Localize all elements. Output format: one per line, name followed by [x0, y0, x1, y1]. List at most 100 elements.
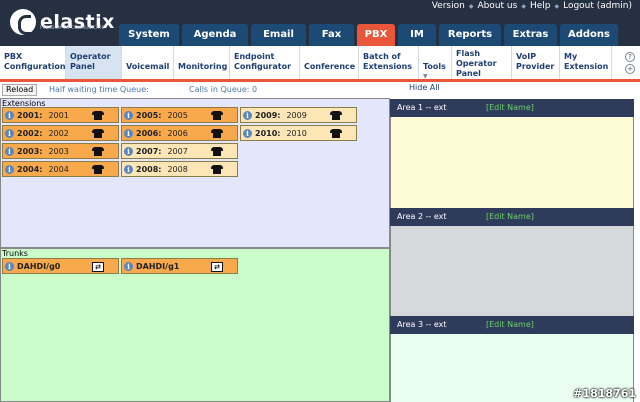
info-icon[interactable]: i — [5, 146, 14, 156]
extension-card-2010[interactable]: i 2010: 2010 — [240, 125, 357, 141]
extension-name: 2001 — [48, 110, 69, 120]
extension-number: 2001: — [17, 110, 43, 120]
extension-name: 2004 — [48, 164, 69, 174]
extension-number: 2003: — [17, 146, 43, 156]
extension-card-2003[interactable]: i 2003: 2003 — [2, 143, 119, 159]
extension-card-2009[interactable]: i 2009: 2009 — [240, 107, 357, 123]
area-2-header: Area 2 -- ext [Edit Name] — [390, 208, 634, 226]
submenu-endpoint-configurator[interactable]: Endpoint Configurator — [230, 46, 300, 79]
logout-link[interactable]: Logout (admin) — [563, 1, 632, 11]
extension-number: 2010: — [255, 128, 281, 138]
tab-system[interactable]: System — [119, 24, 179, 46]
about-link[interactable]: About us — [477, 1, 517, 11]
info-icon[interactable]: i — [5, 261, 14, 271]
edit-name-link[interactable]: [Edit Name] — [486, 212, 534, 221]
submenu-label: Configurator — [234, 62, 292, 71]
submenu-voip-provider[interactable]: VoIP Provider — [512, 46, 560, 79]
tab-fax[interactable]: Fax — [309, 24, 354, 46]
extension-card-2006[interactable]: i 2006: 2006 — [121, 125, 238, 141]
extension-name: 2003 — [48, 146, 69, 156]
phone-icon — [92, 111, 104, 120]
separator-icon: ◆ — [554, 2, 560, 10]
hide-all-link[interactable]: Hide All — [409, 83, 440, 92]
trunk-name: DAHDI/g0 — [17, 261, 61, 271]
trunk-icon: ⇄ — [211, 262, 223, 272]
brand-tagline: FREEDOM TO COMMUNICATE — [40, 25, 105, 30]
submenu-operator-panel[interactable]: Operator Panel — [66, 46, 122, 79]
edit-name-link[interactable]: [Edit Name] — [486, 103, 534, 112]
submenu-label: Configuration — [4, 62, 66, 71]
tab-agenda[interactable]: Agenda — [182, 24, 248, 46]
tab-addons[interactable]: Addons — [560, 24, 618, 46]
phone-icon — [92, 147, 104, 156]
extension-card-2005[interactable]: i 2005: 2005 — [121, 107, 238, 123]
extension-card-2008[interactable]: i 2008: 2008 — [121, 161, 238, 177]
tab-im[interactable]: IM — [398, 24, 436, 46]
main-tabs: System Agenda Email Fax PBX IM Reports E… — [119, 24, 618, 46]
phone-icon — [211, 129, 223, 138]
trunk-card-dahdi-g1[interactable]: i DAHDI/g1 ⇄ — [121, 258, 238, 274]
area-1-body — [390, 117, 634, 209]
extension-number: 2004: — [17, 164, 43, 174]
extension-number: 2006: — [136, 128, 162, 138]
info-icon[interactable]: i — [124, 110, 133, 120]
submenu-label: Batch of — [363, 52, 401, 61]
edit-name-link[interactable]: [Edit Name] — [486, 320, 534, 329]
info-icon[interactable]: i — [124, 164, 133, 174]
extension-card-2007[interactable]: i 2007: 2007 — [121, 143, 238, 159]
submenu-flash-operator-panel[interactable]: Flash Operator Panel — [452, 46, 512, 79]
separator-icon: ◆ — [521, 2, 526, 10]
tab-extras[interactable]: Extras — [504, 24, 557, 46]
submenu-tools[interactable]: Tools ▼ — [419, 46, 452, 80]
separator-icon: ◆ — [468, 2, 474, 10]
tab-pbx[interactable]: PBX — [357, 24, 395, 46]
area-1-header: Area 1 -- ext [Edit Name] — [390, 99, 634, 117]
info-icon[interactable]: i — [243, 110, 252, 120]
half-waiting-time: Half waiting time Queue: — [49, 85, 149, 94]
help-icon[interactable]: ? — [625, 52, 635, 62]
extension-number: 2002: — [17, 128, 43, 138]
submenu-pbx-configuration[interactable]: PBX Configuration — [0, 46, 66, 79]
info-icon[interactable]: i — [5, 164, 14, 174]
submenu-label: Panel — [70, 62, 95, 71]
extension-name: 2009 — [286, 110, 307, 120]
tab-reports[interactable]: Reports — [439, 24, 501, 46]
extension-number: 2009: — [255, 110, 281, 120]
phone-icon — [92, 165, 104, 174]
help-link[interactable]: Help — [530, 1, 551, 11]
submenu-label: My — [564, 52, 578, 61]
reload-button[interactable]: Reload — [2, 84, 38, 96]
info-icon[interactable]: i — [5, 128, 14, 138]
extension-card-2001[interactable]: i 2001: 2001 — [2, 107, 119, 123]
submenu-voicemail[interactable]: Voicemail — [122, 46, 174, 79]
submenu-label: Flash — [456, 49, 481, 58]
info-icon[interactable]: i — [5, 110, 14, 120]
top-header: elastix FREEDOM TO COMMUNICATE Version ◆… — [0, 0, 640, 46]
area-title: Area 1 -- ext — [397, 103, 447, 112]
extension-number: 2007: — [136, 146, 162, 156]
elastix-logo[interactable]: elastix — [10, 6, 115, 38]
version-link[interactable]: Version — [432, 1, 465, 11]
submenu-label: VoIP — [516, 52, 537, 61]
extension-number: 2005: — [136, 110, 162, 120]
extension-name: 2005 — [167, 110, 188, 120]
info-icon[interactable]: i — [124, 128, 133, 138]
phone-icon — [211, 165, 223, 174]
info-icon[interactable]: i — [124, 261, 133, 271]
extension-card-2002[interactable]: i 2002: 2002 — [2, 125, 119, 141]
tab-email[interactable]: Email — [251, 24, 306, 46]
phone-icon — [330, 129, 342, 138]
info-icon[interactable]: i — [243, 128, 252, 138]
extension-card-2004[interactable]: i 2004: 2004 — [2, 161, 119, 177]
calls-in-queue: Calls in Queue: 0 — [189, 85, 258, 94]
trunk-card-dahdi-g0[interactable]: i DAHDI/g0 ⇄ — [2, 258, 119, 274]
submenu-my-extension[interactable]: My Extension — [560, 46, 612, 79]
area-2-body — [390, 226, 634, 318]
submenu-batch-of-extensions[interactable]: Batch of Extensions — [359, 46, 419, 79]
logo-icon — [10, 9, 36, 35]
submenu-conference[interactable]: Conference — [300, 46, 359, 79]
phone-icon — [92, 129, 104, 138]
expand-icon[interactable]: + — [625, 64, 635, 74]
submenu-monitoring[interactable]: Monitoring — [174, 46, 230, 79]
info-icon[interactable]: i — [124, 146, 133, 156]
